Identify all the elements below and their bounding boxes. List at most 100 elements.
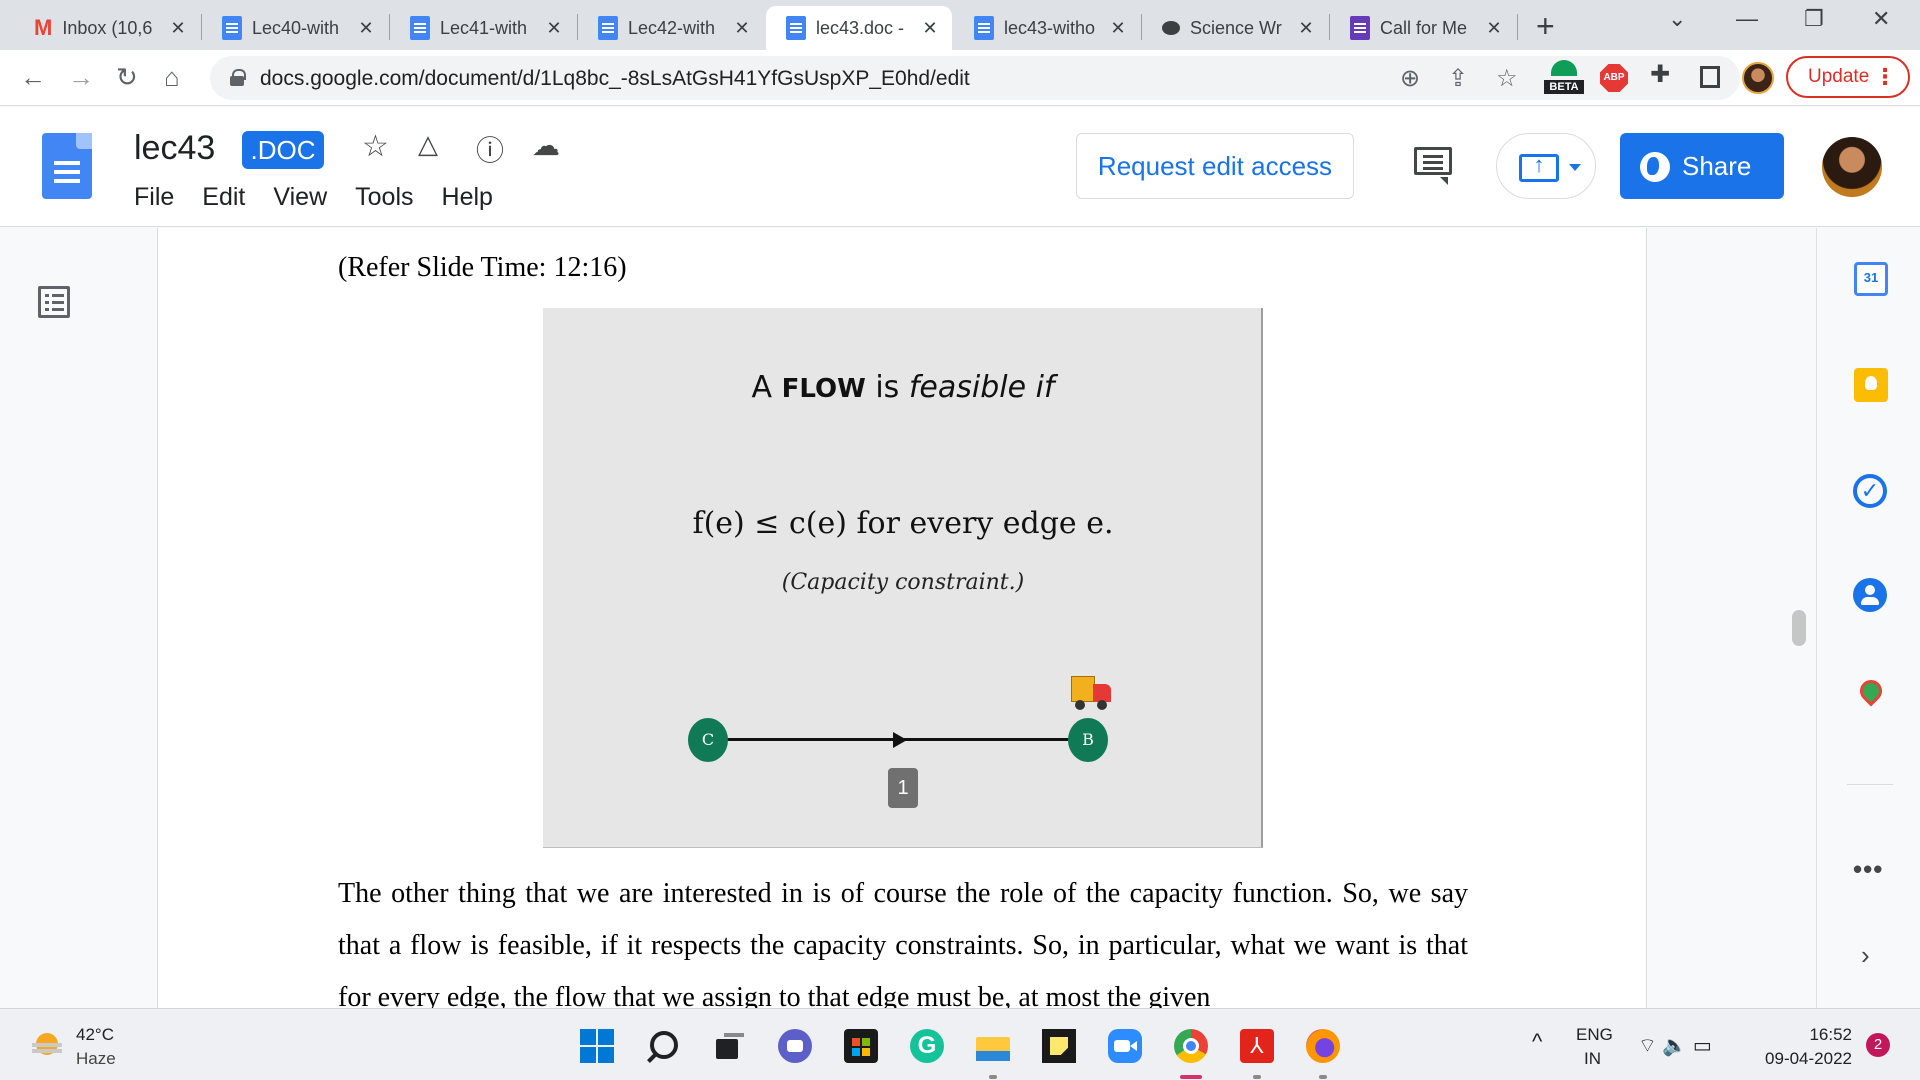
acrobat-icon[interactable]: ⅄ xyxy=(1240,1029,1274,1063)
task-view-icon[interactable] xyxy=(712,1029,746,1063)
weather-haze-icon[interactable] xyxy=(32,1033,62,1055)
close-icon[interactable]: ✕ xyxy=(356,18,376,39)
back-arrow-icon[interactable]: ← xyxy=(20,62,46,93)
beta-extension-dome xyxy=(1551,60,1577,76)
file-type-badge: .DOC xyxy=(242,131,324,169)
maps-icon[interactable] xyxy=(1855,675,1887,707)
windows-start-icon[interactable] xyxy=(580,1029,614,1063)
account-avatar[interactable] xyxy=(1822,137,1882,197)
request-edit-access-button[interactable]: Request edit access xyxy=(1076,133,1354,199)
docs-logo-icon[interactable] xyxy=(42,133,92,199)
star-icon[interactable]: ☆ xyxy=(362,129,389,164)
file-explorer-icon[interactable] xyxy=(976,1029,1010,1063)
docs-header: lec43 .DOC ☆ △ ⓘ ☁ File Edit View Tools … xyxy=(0,107,1920,227)
tab-title: Lec41-with xyxy=(440,17,528,38)
clock-date[interactable]: 09-04-2022 xyxy=(1756,1049,1852,1069)
close-icon[interactable]: ✕ xyxy=(1296,18,1316,39)
restore-icon[interactable]: ❐ xyxy=(1804,6,1824,32)
document-page[interactable]: (Refer Slide Time: 12:16) A FLOW is feas… xyxy=(157,228,1647,1008)
keep-icon[interactable] xyxy=(1854,368,1888,402)
extensions-puzzle-icon[interactable]: ✚ xyxy=(1650,60,1670,89)
calendar-icon[interactable]: 31 xyxy=(1854,262,1888,296)
side-panel-icon[interactable] xyxy=(1700,66,1720,88)
input-region[interactable]: IN xyxy=(1584,1049,1601,1069)
document-title[interactable]: lec43 xyxy=(134,129,215,168)
close-icon[interactable]: ✕ xyxy=(920,18,940,39)
tab-title: Call for Me xyxy=(1380,17,1468,38)
window-close-icon[interactable]: ✕ xyxy=(1872,6,1890,32)
show-hidden-icons-chevron-icon[interactable]: ^ xyxy=(1532,1029,1542,1055)
notification-badge[interactable]: 2 xyxy=(1866,1033,1890,1057)
tab-title: lec43-witho xyxy=(1004,17,1096,38)
minimize-icon[interactable]: — xyxy=(1736,6,1758,32)
add-to-drive-icon[interactable]: △ xyxy=(418,129,438,160)
menu-file[interactable]: File xyxy=(134,183,174,212)
home-icon[interactable]: ⌂ xyxy=(164,62,180,93)
capacity-formula: f(e) ≤ c(e) for every edge e. xyxy=(692,506,1114,541)
share-button[interactable]: Share xyxy=(1620,133,1784,199)
active-app-indicator xyxy=(1180,1075,1202,1079)
sticky-notes-icon[interactable] xyxy=(1042,1029,1076,1063)
tab-search-chevron-icon[interactable]: ⌄ xyxy=(1668,6,1686,32)
browser-tab-lec43-without[interactable]: lec43-witho ✕ xyxy=(954,6,1140,50)
tasks-icon[interactable]: ✓ xyxy=(1853,474,1887,508)
beta-extension-icon[interactable]: BETA xyxy=(1544,58,1584,98)
browser-tab-call-for-me[interactable]: Call for Me ✕ xyxy=(1330,6,1516,50)
cloud-status-icon[interactable]: ☁ xyxy=(532,129,560,162)
chrome-icon[interactable] xyxy=(1174,1029,1208,1063)
browser-tab-science[interactable]: Science Wr ✕ xyxy=(1142,6,1328,50)
close-icon[interactable]: ✕ xyxy=(168,18,188,39)
graph-node-b: B xyxy=(1068,718,1108,762)
contacts-icon[interactable] xyxy=(1853,578,1887,612)
browser-tab-lec41[interactable]: Lec41-with ✕ xyxy=(390,6,576,50)
info-icon[interactable]: ⓘ xyxy=(476,129,504,169)
address-bar[interactable]: docs.google.com/document/d/1Lq8bc_-8sLsA… xyxy=(210,56,1740,100)
close-icon[interactable]: ✕ xyxy=(1108,18,1128,39)
zoom-icon[interactable] xyxy=(1108,1029,1142,1063)
slide-title-italic: feasible if xyxy=(908,370,1055,405)
share-page-icon[interactable]: ⇪ xyxy=(1448,64,1468,93)
present-button[interactable] xyxy=(1496,133,1596,199)
start-tile xyxy=(580,1047,596,1063)
browser-tab-lec43-active[interactable]: lec43.doc - ✕ xyxy=(766,6,952,50)
menu-help[interactable]: Help xyxy=(442,183,493,212)
microsoft-store-icon[interactable] xyxy=(844,1029,878,1063)
more-addons-icon[interactable]: ••• xyxy=(1853,854,1883,885)
update-button[interactable]: Update ⋮ xyxy=(1786,56,1910,98)
forward-arrow-icon[interactable]: → xyxy=(68,62,94,93)
zoom-icon[interactable]: ⊕ xyxy=(1400,64,1420,93)
firefox-icon[interactable] xyxy=(1306,1029,1340,1063)
browser-tab-inbox[interactable]: M Inbox (10,6 ✕ xyxy=(14,6,200,50)
profile-avatar[interactable] xyxy=(1742,62,1774,94)
grammarly-icon[interactable]: G xyxy=(910,1029,944,1063)
close-icon[interactable]: ✕ xyxy=(1484,18,1504,39)
weather-condition[interactable]: Haze xyxy=(76,1049,116,1069)
close-icon[interactable]: ✕ xyxy=(732,18,752,39)
browser-tab-lec42[interactable]: Lec42-with ✕ xyxy=(578,6,764,50)
browser-tab-lec40[interactable]: Lec40-with ✕ xyxy=(202,6,388,50)
slide-title-strong: FLOW xyxy=(781,374,866,404)
document-outline-icon[interactable] xyxy=(38,286,70,318)
search-icon[interactable] xyxy=(646,1029,680,1063)
url-text[interactable]: docs.google.com/document/d/1Lq8bc_-8sLsA… xyxy=(260,67,970,91)
new-tab-icon[interactable]: + xyxy=(1536,8,1555,45)
chevron-right-icon[interactable]: › xyxy=(1861,940,1870,971)
tab-title: Lec40-with xyxy=(252,17,340,38)
reload-icon[interactable]: ↻ xyxy=(116,62,138,93)
close-icon[interactable]: ✕ xyxy=(544,18,564,39)
wifi-volume-battery-icons[interactable]: ⌔ 🔈 ▭ xyxy=(1638,1033,1712,1058)
lock-icon[interactable] xyxy=(230,69,246,86)
scrollbar-thumb[interactable] xyxy=(1792,610,1806,646)
weather-temperature[interactable]: 42°C xyxy=(76,1025,114,1045)
delivery-truck-icon xyxy=(1071,676,1113,710)
menu-view[interactable]: View xyxy=(273,183,327,212)
side-panel: 31 ✓ ••• › xyxy=(1816,228,1920,1008)
running-indicator xyxy=(1319,1075,1327,1079)
menu-edit[interactable]: Edit xyxy=(202,183,245,212)
comment-history-icon[interactable] xyxy=(1414,147,1452,185)
bookmark-star-icon[interactable]: ☆ xyxy=(1496,64,1518,93)
teams-chat-icon[interactable] xyxy=(778,1029,812,1063)
input-language[interactable]: ENG xyxy=(1576,1025,1613,1045)
menu-tools[interactable]: Tools xyxy=(355,183,413,212)
clock-time[interactable]: 16:52 xyxy=(1760,1025,1852,1045)
